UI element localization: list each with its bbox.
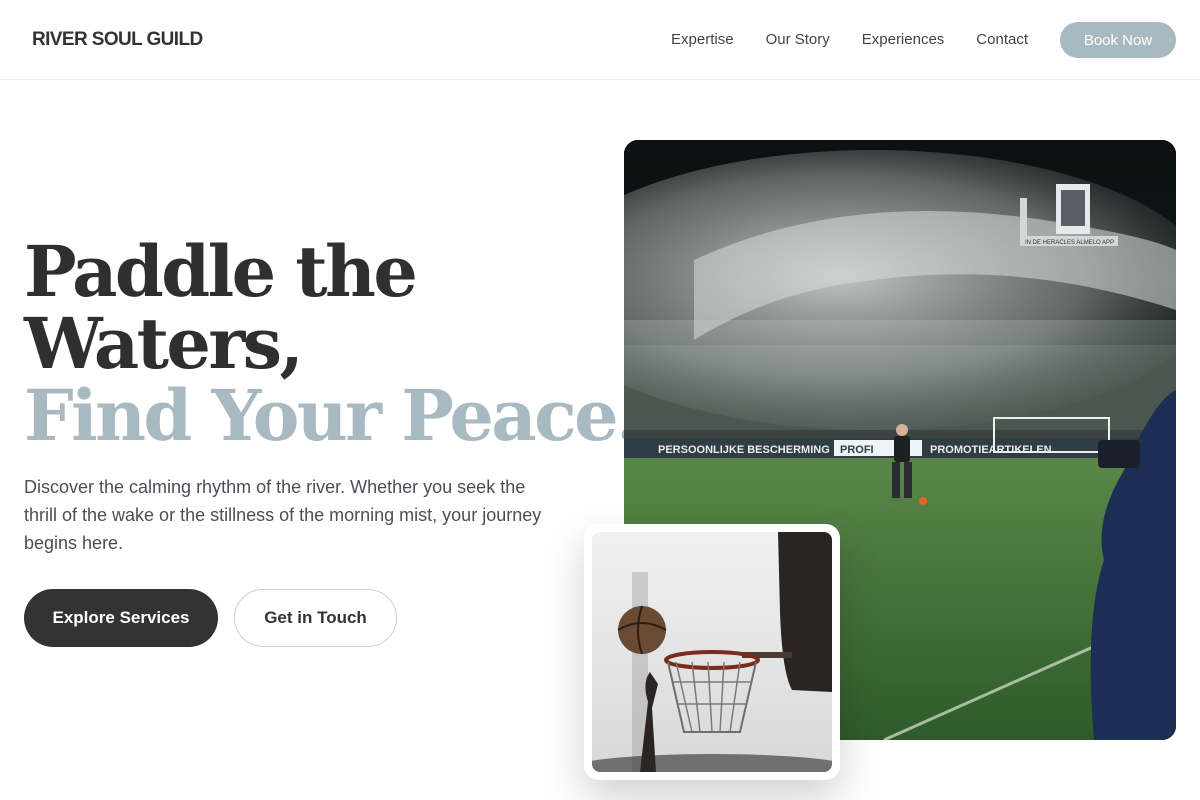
main-nav: Expertise Our Story Experiences Contact … <box>671 22 1176 58</box>
hero-title-line-2: Waters, <box>24 302 304 385</box>
nav-link-our-story[interactable]: Our Story <box>766 22 830 58</box>
hero-inset-photo-frame <box>584 524 840 780</box>
nav-link-expertise[interactable]: Expertise <box>671 22 734 58</box>
brand-logo[interactable]: RIVER SOUL GUILD <box>32 29 203 51</box>
banner-text-2: PROFI <box>840 444 874 456</box>
hero-inset-photo <box>592 532 832 772</box>
hero-title: Paddle the Waters, Find Your Peace. <box>24 230 640 457</box>
hero-title-accent: Find Your Peace. <box>24 374 640 457</box>
nav-link-experiences[interactable]: Experiences <box>862 22 945 58</box>
site-header: RIVER SOUL GUILD Expertise Our Story Exp… <box>0 0 1200 80</box>
banner-text-3: PROMOTIEARTIKELEN <box>930 444 1052 456</box>
hero-cta-row: Explore Services Get in Touch <box>24 589 397 647</box>
get-in-touch-button[interactable]: Get in Touch <box>234 589 397 647</box>
basketball-hoop-image <box>592 532 832 772</box>
hero-title-line-1: Paddle the <box>24 230 418 313</box>
hero-description: Discover the calming rhythm of the river… <box>24 477 542 553</box>
book-now-button[interactable]: Book Now <box>1060 22 1176 58</box>
explore-services-button[interactable]: Explore Services <box>24 589 218 647</box>
banner-text-1: PERSOONLIJKE BESCHERMING <box>658 444 830 456</box>
nav-link-contact[interactable]: Contact <box>976 22 1028 58</box>
scoreboard-text: IN DE HERACLES ALMELO APP <box>1025 240 1114 246</box>
